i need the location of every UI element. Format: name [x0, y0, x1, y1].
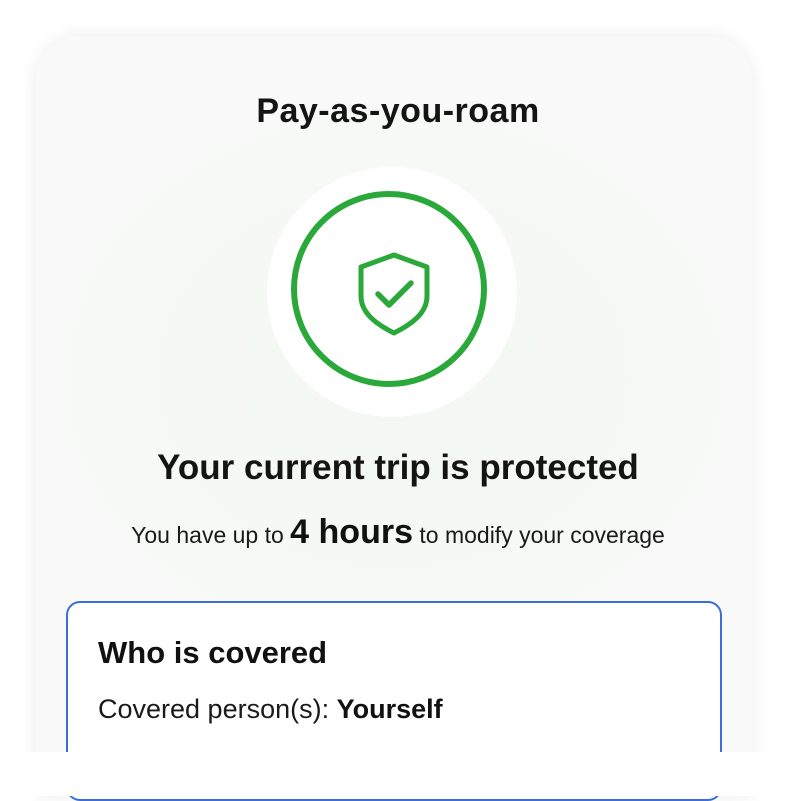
page-title: Pay-as-you-roam: [256, 92, 540, 130]
who-is-covered-title: Who is covered: [98, 635, 328, 670]
covered-persons-value: Yourself: [336, 694, 443, 724]
covered-persons-row: Covered person(s): Yourself: [98, 696, 443, 723]
covered-persons-label: Covered person(s):: [98, 694, 330, 724]
modify-window-hours: 4 hours: [290, 513, 413, 551]
shield-check-icon: [358, 252, 430, 336]
modify-window-suffix: to modify your coverage: [419, 522, 665, 548]
protection-headline: Your current trip is protected: [157, 448, 639, 487]
bottom-edge: [0, 752, 796, 796]
modify-window-text: You have up to 4 hours to modify your co…: [0, 515, 796, 549]
modify-window-prefix: You have up to: [131, 522, 284, 548]
